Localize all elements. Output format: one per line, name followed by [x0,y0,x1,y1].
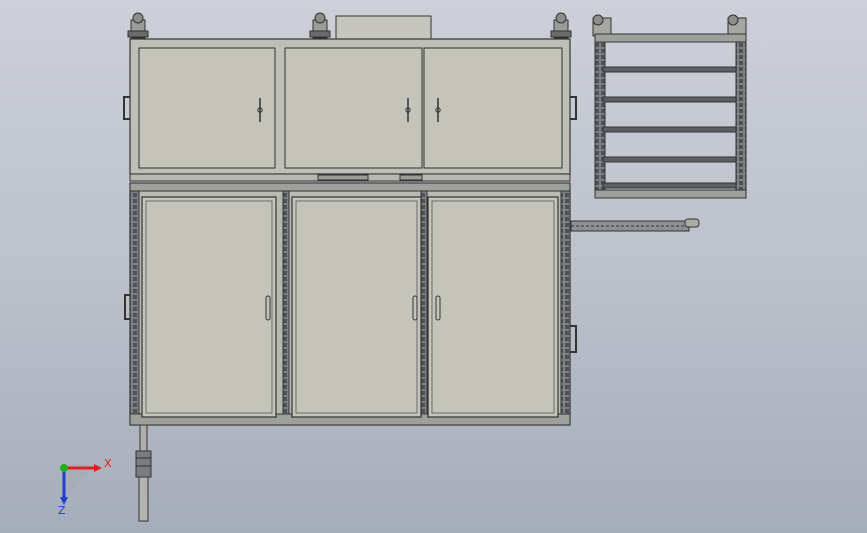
upper-door-left[interactable] [138,47,276,169]
rack-shelf[interactable] [602,156,737,163]
cad-viewport[interactable]: X Z [0,0,867,533]
top-control-box[interactable] [335,15,432,41]
rack-shelf[interactable] [602,96,737,103]
rack-shelf[interactable] [602,126,737,133]
rack-lifting-eye-right[interactable] [727,14,747,37]
rack-bottom-bar [594,189,747,199]
rack-post-left [594,33,606,199]
z-axis-label: Z [58,504,66,517]
rack-lifting-eye-left[interactable] [592,14,612,37]
rack-shelf[interactable] [602,182,737,189]
rack-post-right [735,33,747,199]
frame-profile-top [129,182,571,192]
y-axis-dot-icon [60,464,68,472]
lower-door-center-handle-icon[interactable] [412,295,418,321]
base-rail-slot [399,174,423,181]
base-rail-slot [317,174,369,181]
upper-door-center[interactable] [284,47,423,169]
lower-door-left-handle-icon[interactable] [265,295,271,321]
rack-top-bar [594,33,747,43]
frame-profile-right [560,184,571,426]
frame-profile-left [129,184,140,426]
lower-door-center[interactable] [291,196,422,418]
frame-profile-divider [420,190,428,415]
x-axis-label: X [104,457,112,470]
lower-door-left[interactable] [141,196,277,418]
lower-door-right[interactable] [427,196,559,418]
rack-shelf[interactable] [602,66,737,73]
lower-door-right-handle-icon[interactable] [435,295,441,321]
frame-profile-divider [282,190,290,415]
lower-cabinet[interactable] [124,182,577,426]
slide-rail[interactable] [570,218,700,232]
upper-door-right[interactable] [423,47,563,169]
